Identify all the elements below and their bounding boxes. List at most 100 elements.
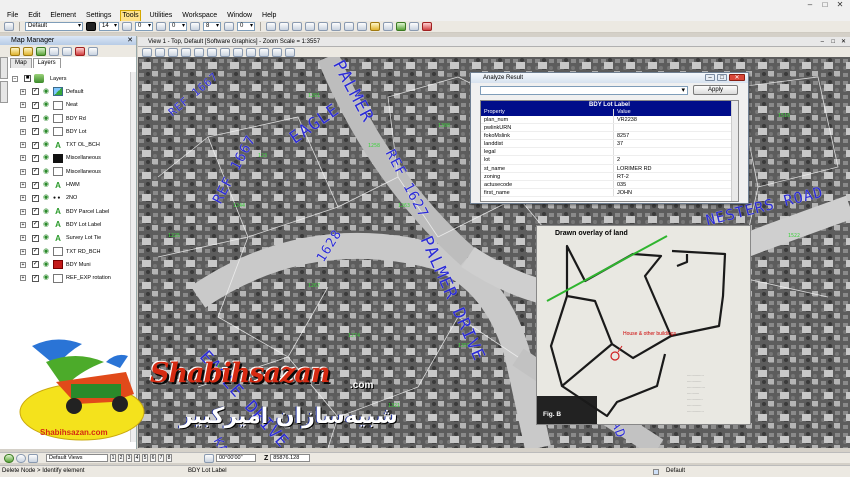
layer-checkbox[interactable]: ✓: [32, 274, 39, 282]
view-button-6[interactable]: 6: [150, 454, 156, 462]
analyze-icon[interactable]: [396, 22, 406, 31]
layer-checkbox[interactable]: ✓: [32, 181, 39, 189]
rotate-icon[interactable]: [28, 453, 38, 463]
layer-row[interactable]: + ✓ ◉ BDY Lot: [12, 125, 136, 138]
dialog-close-icon[interactable]: ✕: [729, 74, 745, 81]
view-button-5[interactable]: 5: [142, 454, 148, 462]
remove-layer-icon[interactable]: [75, 46, 85, 56]
menu-edit[interactable]: Edit: [27, 11, 41, 21]
minimize-icon[interactable]: –: [805, 1, 815, 9]
close-panel-icon[interactable]: ✕: [127, 36, 133, 45]
layer-row[interactable]: + ✓ ◉ Neat: [12, 99, 136, 112]
view-close-icon[interactable]: ✕: [841, 37, 846, 47]
layer-properties-icon[interactable]: [49, 46, 59, 56]
menu-file[interactable]: File: [6, 11, 19, 21]
menu-element[interactable]: Element: [49, 11, 77, 21]
fence-icon[interactable]: [370, 22, 380, 31]
layer-visibility-icon[interactable]: ◉: [42, 248, 50, 256]
layer-checkbox[interactable]: ✓: [32, 88, 39, 96]
layer-visibility-icon[interactable]: ◉: [42, 208, 50, 216]
expand-icon[interactable]: +: [20, 155, 26, 162]
view-button-7[interactable]: 7: [158, 454, 164, 462]
move-element-icon[interactable]: [344, 22, 354, 31]
zoom-out-icon[interactable]: [168, 47, 178, 57]
layer-row[interactable]: + ✓ ◉ TXT RD_BCH: [12, 245, 136, 258]
tab-layers[interactable]: Layers: [32, 58, 61, 68]
expand-icon[interactable]: +: [20, 221, 26, 228]
expand-icon[interactable]: +: [20, 102, 26, 109]
layer-row[interactable]: + ✓ ◉ ● ● 2NO: [12, 192, 136, 205]
expand-icon[interactable]: +: [20, 275, 26, 282]
table-row[interactable]: zoning RT-2: [481, 172, 738, 181]
apply-button[interactable]: Apply: [693, 85, 738, 95]
layer-checkbox[interactable]: ✓: [32, 194, 39, 202]
layer-checkbox[interactable]: ✓: [32, 101, 39, 109]
view-minimize-icon[interactable]: –: [821, 37, 824, 47]
add-layer-icon[interactable]: [36, 46, 46, 56]
transparency-icon[interactable]: [190, 22, 200, 31]
layer-row[interactable]: + ✓ ◉ A TXT OL_BCH: [12, 138, 136, 151]
table-row[interactable]: actusecode 035: [481, 180, 738, 189]
layer-checkbox[interactable]: ✓: [32, 154, 39, 162]
measure-icon[interactable]: [383, 22, 393, 31]
table-scrollbar[interactable]: [731, 101, 738, 201]
close-icon[interactable]: ✕: [835, 1, 845, 9]
place-line-icon[interactable]: [266, 22, 276, 31]
layer-visibility-icon[interactable]: ◉: [42, 261, 50, 269]
layer-visibility-icon[interactable]: ◉: [42, 274, 50, 282]
transparency-select[interactable]: 8: [203, 22, 221, 31]
expand-icon[interactable]: +: [20, 182, 26, 189]
layer-checkbox[interactable]: ✓: [32, 234, 39, 242]
pan-view-icon[interactable]: [220, 47, 230, 57]
layer-visibility-icon[interactable]: ◉: [42, 128, 50, 136]
place-text-icon[interactable]: [318, 22, 328, 31]
place-circle-icon[interactable]: [292, 22, 302, 31]
display-style-icon[interactable]: [285, 47, 295, 57]
layer-visibility-icon[interactable]: ◉: [42, 115, 50, 123]
dialog-minimize-icon[interactable]: –: [705, 74, 715, 81]
tab-map[interactable]: Map: [10, 58, 32, 68]
delete-icon[interactable]: [422, 22, 432, 31]
element-selection-icon[interactable]: [4, 22, 14, 31]
layer-checkbox[interactable]: ✓: [32, 128, 39, 136]
line-style-icon[interactable]: [122, 22, 132, 31]
menu-utilities[interactable]: Utilities: [149, 11, 174, 21]
level-select[interactable]: Default: [25, 22, 83, 31]
update-view-icon[interactable]: [142, 47, 152, 57]
layer-row[interactable]: + ✓ ◉ A BDY Lot Label: [12, 218, 136, 231]
table-row[interactable]: lot 2: [481, 156, 738, 165]
dialog-maximize-icon[interactable]: □: [717, 74, 727, 81]
layer-row[interactable]: + ✓ ◉ BDY Muni: [12, 258, 136, 271]
layer-checkbox[interactable]: ✓: [32, 115, 39, 123]
layer-row[interactable]: + ✓ ◉ Miscellaneous: [12, 152, 136, 165]
table-row[interactable]: landdist 37: [481, 140, 738, 149]
vertical-tab-2[interactable]: [0, 81, 8, 103]
layer-row[interactable]: + ✓ ◉ A HWM: [12, 178, 136, 191]
menu-tools[interactable]: Tools: [120, 9, 141, 22]
expand-icon[interactable]: +: [20, 235, 26, 242]
table-row[interactable]: fokoMslink 8257: [481, 132, 738, 141]
layer-visibility-icon[interactable]: ◉: [42, 234, 50, 242]
fit-view-icon[interactable]: [194, 47, 204, 57]
forward-icon[interactable]: [16, 453, 26, 463]
layer-visibility-icon[interactable]: ◉: [42, 154, 50, 162]
layer-checkbox[interactable]: ■: [24, 75, 31, 83]
view-button-2[interactable]: 2: [118, 454, 124, 462]
layer-root[interactable]: − ■ Layers: [12, 72, 136, 85]
maximize-icon[interactable]: □: [820, 1, 830, 9]
layer-visibility-icon[interactable]: ◉: [42, 221, 50, 229]
layer-visibility-icon[interactable]: ◉: [42, 141, 50, 149]
style-select[interactable]: 0: [135, 22, 153, 31]
view-next-icon[interactable]: [246, 47, 256, 57]
table-row[interactable]: first_name JOHN: [481, 188, 738, 197]
copy-view-icon[interactable]: [259, 47, 269, 57]
layer-checkbox[interactable]: ✓: [32, 261, 39, 269]
view-previous-icon[interactable]: [233, 47, 243, 57]
status-lock-icon[interactable]: [653, 469, 659, 475]
menu-workspace[interactable]: Workspace: [181, 11, 218, 21]
menu-settings[interactable]: Settings: [85, 11, 112, 21]
dimension-icon[interactable]: [409, 22, 419, 31]
scale-element-icon[interactable]: [357, 22, 367, 31]
map-options-icon[interactable]: [88, 46, 98, 56]
layer-checkbox[interactable]: ✓: [32, 168, 39, 176]
